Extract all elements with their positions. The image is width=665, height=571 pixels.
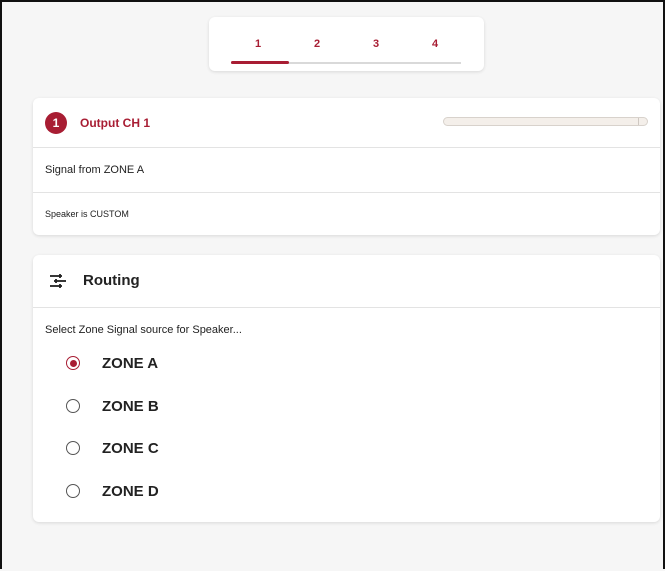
zone-a-label: ZONE A [102,354,159,372]
step-3[interactable]: 3 [366,38,386,50]
channel-title: Output CH 1 [80,116,150,130]
speaker-type-text: Speaker is CUSTOM [45,209,129,219]
channel-number-badge: 1 [45,112,67,134]
zone-c-radio[interactable] [66,441,80,455]
signal-source-text: Signal from ZONE A [45,164,145,176]
zone-d-label: ZONE D [102,482,159,500]
routing-card: Routing Select Zone Signal source for Sp… [33,255,660,522]
tune-icon [50,274,66,288]
speaker-row: Speaker is CUSTOM [33,193,660,235]
step-4[interactable]: 4 [425,38,445,50]
signal-row: Signal from ZONE A [33,148,660,193]
zone-b-radio[interactable] [66,399,80,413]
routing-header: Routing [33,255,660,308]
radio-selected-dot [69,359,77,367]
zone-b-option[interactable]: ZONE B [66,395,159,417]
zone-d-radio[interactable] [66,484,80,498]
zone-c-label: ZONE C [102,439,159,457]
routing-title: Routing [83,272,140,289]
zone-c-option[interactable]: ZONE C [66,437,159,459]
level-meter-cap [638,118,639,125]
output-channel-card: 1 Output CH 1 Signal from ZONE A Speaker… [33,98,660,235]
zone-b-label: ZONE B [102,397,159,415]
step-progress-fill [231,61,289,64]
zone-d-option[interactable]: ZONE D [66,480,159,502]
output-channel-header: 1 Output CH 1 [33,98,660,148]
step-2[interactable]: 2 [307,38,327,50]
step-indicator: 1 2 3 4 [209,17,484,71]
app-frame: 1 2 3 4 1 Output CH 1 Signal from ZONE A… [0,0,665,569]
zone-a-option[interactable]: ZONE A [66,352,158,374]
zone-a-radio[interactable] [66,356,80,370]
step-1[interactable]: 1 [248,38,268,50]
level-meter [443,117,648,126]
routing-prompt: Select Zone Signal source for Speaker... [45,324,242,336]
